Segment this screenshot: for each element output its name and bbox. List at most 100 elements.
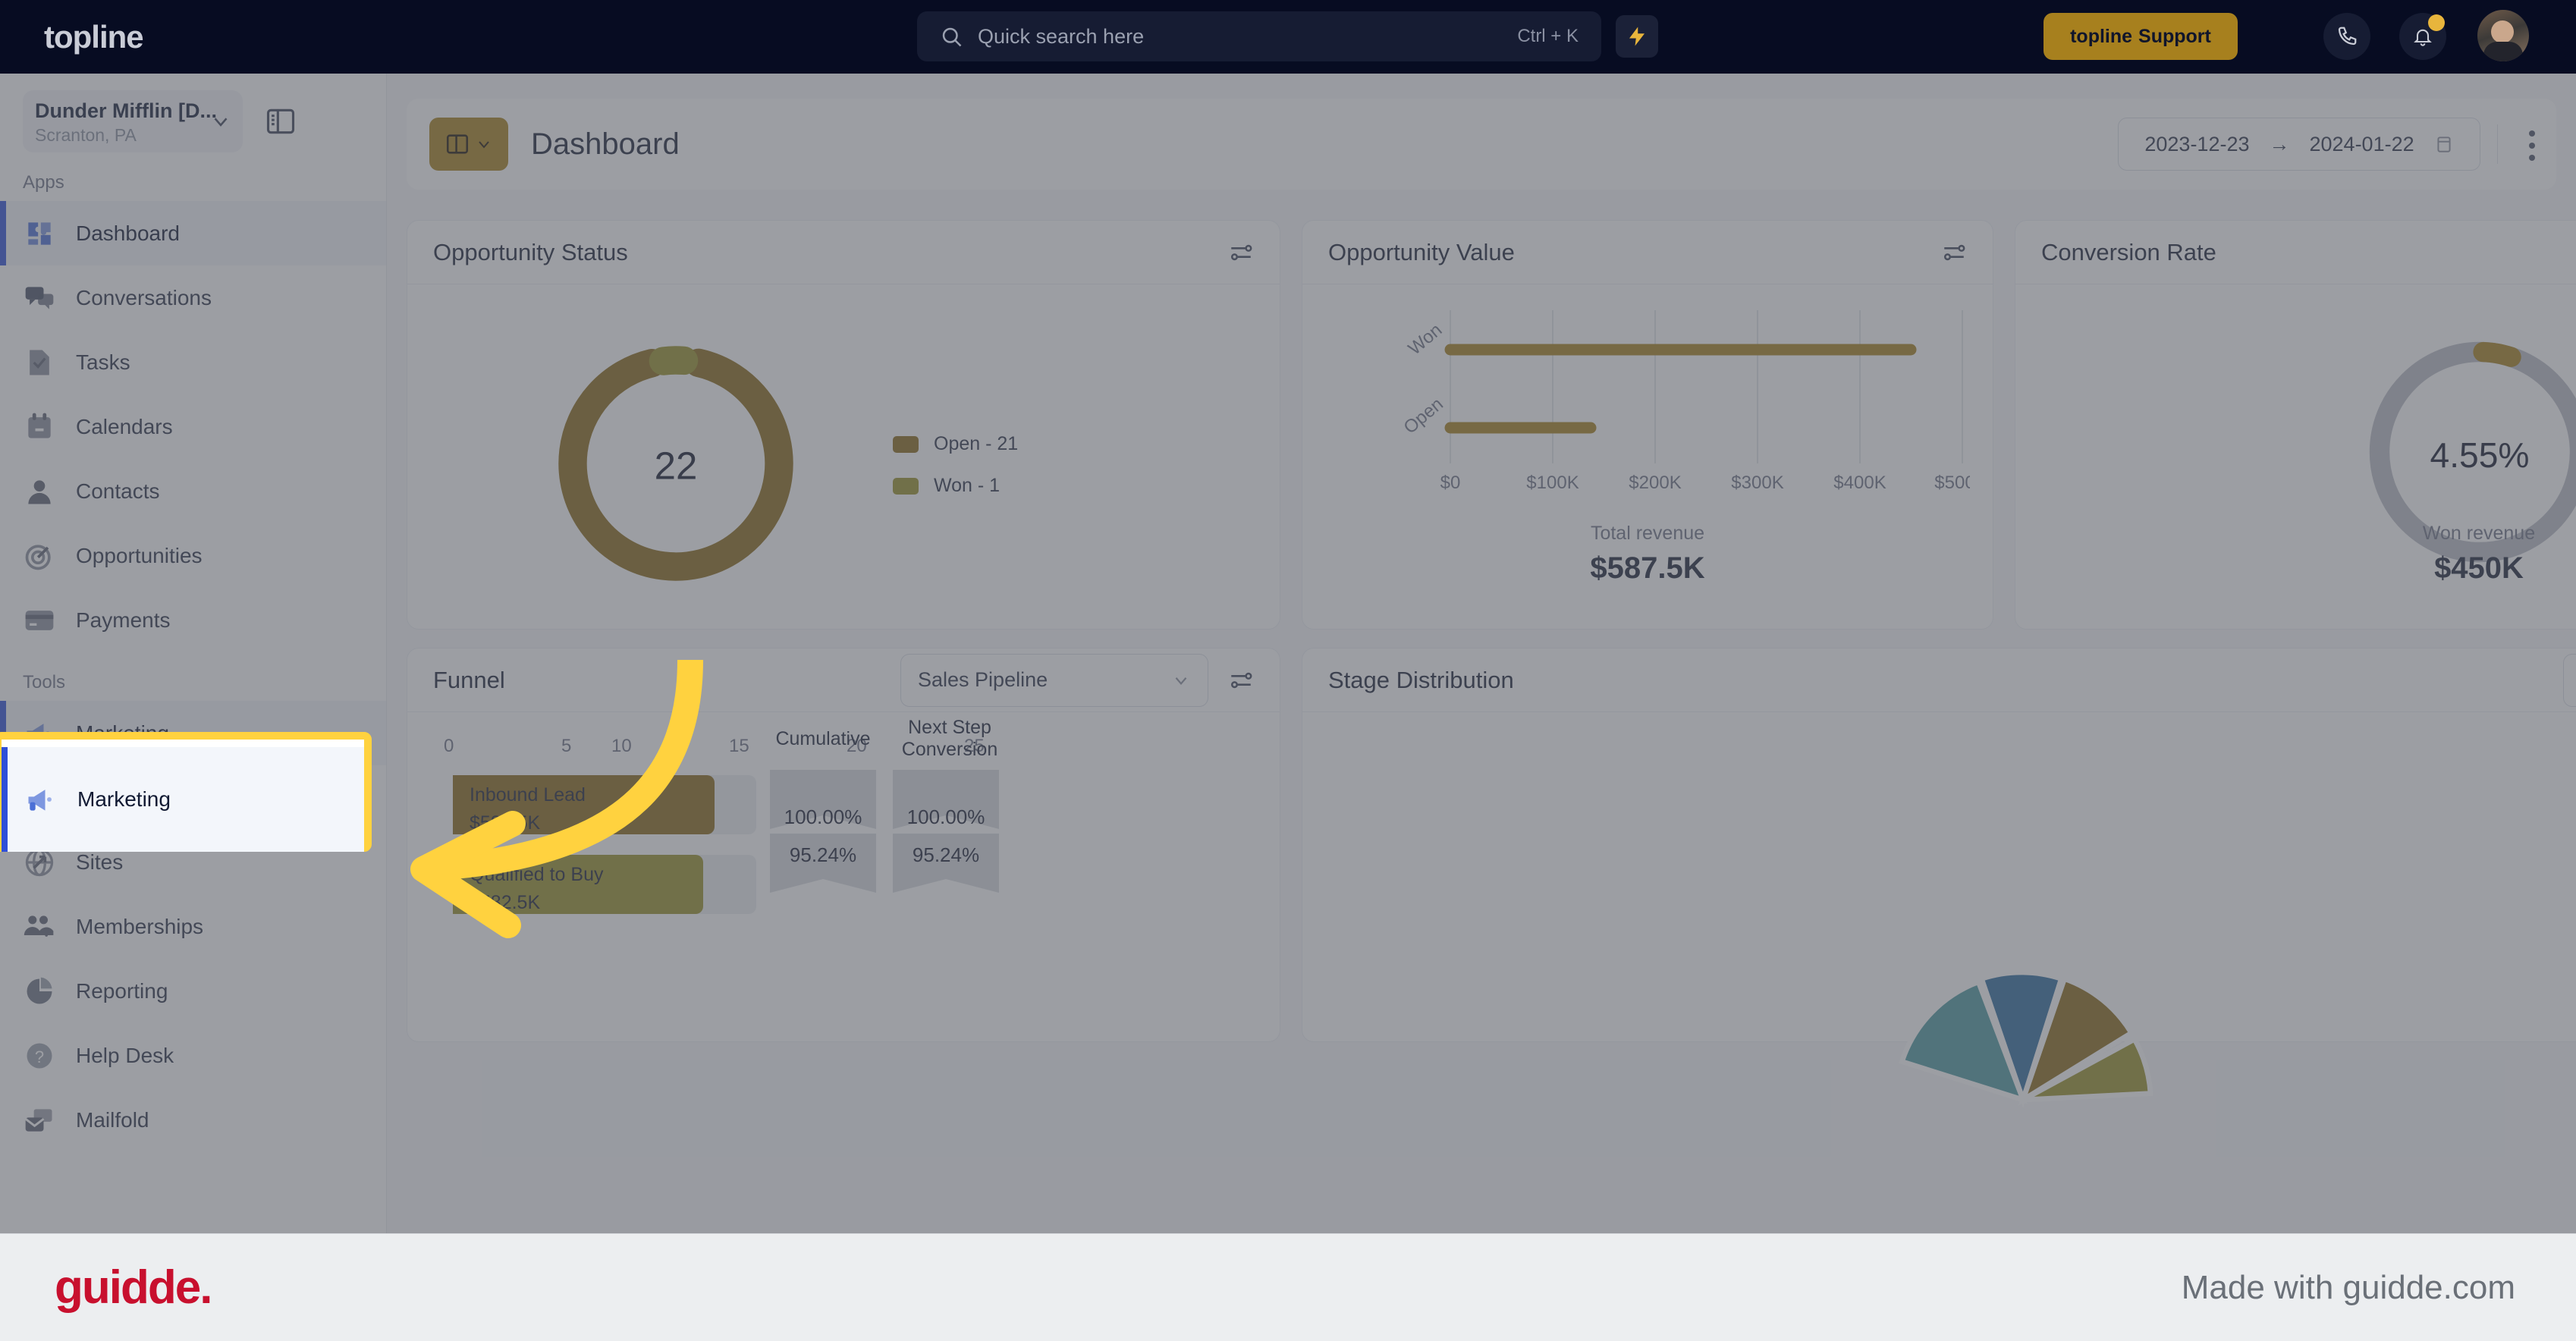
sidebar-item-label: Dashboard <box>76 221 180 245</box>
legend-label-won: Won - 1 <box>934 475 1001 496</box>
sidebar-item-reporting[interactable]: Reporting <box>0 959 386 1023</box>
sidebar-item-help-desk[interactable]: ? Help Desk <box>0 1023 386 1088</box>
opportunity-status-legend: Open - 21 Won - 1 <box>893 433 1018 517</box>
funnel-stage-value: $587.5K <box>470 812 541 834</box>
x-tick: 15 <box>729 736 749 756</box>
search-input[interactable]: Quick search here Ctrl + K <box>917 11 1601 61</box>
card-header: Opportunity Value <box>1302 221 1993 284</box>
sidebar-item-tasks[interactable]: Tasks <box>0 330 386 394</box>
panel-toggle-icon[interactable] <box>264 105 297 138</box>
opportunity-status-donut: 22 <box>558 346 793 581</box>
pie-chart-icon <box>27 977 52 1003</box>
card-funnel: Funnel Sales Pipeline 0 5 10 15 20 25 In… <box>407 648 1280 1042</box>
app-root: topline Quick search here Ctrl + K topli… <box>0 0 2576 1341</box>
x-tick: $400K <box>1833 473 1886 493</box>
x-tick: 0 <box>444 736 454 756</box>
highlight-marketing-callout: Marketing <box>0 732 372 852</box>
avatar[interactable] <box>2477 10 2529 61</box>
avatar-body <box>2483 42 2523 61</box>
sidebar-item-marketing-highlighted[interactable]: Marketing <box>2 747 364 852</box>
funnel-col-cumulative-header: Cumulative <box>775 728 871 749</box>
funnel-bar-inbound-lead[interactable]: Inbound Lead $587.5K <box>453 775 715 834</box>
sidebar-item-payments[interactable]: Payments <box>0 588 386 652</box>
card-title: Conversion Rate <box>2041 238 2216 265</box>
sidebar-section-apps: Apps <box>23 172 64 193</box>
dashboard-switcher-button[interactable] <box>429 118 508 171</box>
support-button[interactable]: topline Support <box>2044 13 2238 60</box>
gauge-center-value: 4.55% <box>2430 435 2530 475</box>
card-title: Stage Distribution <box>1328 666 1514 693</box>
page-title: Dashboard <box>531 127 680 161</box>
sidebar-item-label: Opportunities <box>76 543 203 567</box>
funnel-pipeline-select[interactable]: Sales Pipeline <box>900 653 1208 707</box>
date-range-picker[interactable]: 2023-12-23 → 2024-01-22 <box>2118 118 2480 171</box>
sidebar-item-label: Conversations <box>76 285 212 309</box>
location-sub: Scranton, PA <box>35 125 137 145</box>
x-tick: $0 <box>1440 473 1461 493</box>
sliders-icon[interactable] <box>1228 667 1254 693</box>
x-tick: $500K <box>1934 473 1970 493</box>
question-icon: ? <box>27 1043 52 1068</box>
date-end: 2024-01-22 <box>2309 132 2414 155</box>
mail-stack-icon <box>24 1108 52 1132</box>
sidebar: Dunder Mifflin [D... Scranton, PA Apps D… <box>0 74 387 1341</box>
quick-actions-button[interactable] <box>1616 15 1658 58</box>
x-tick: $300K <box>1731 473 1783 493</box>
search-icon <box>942 27 962 47</box>
support-brand: topline <box>2070 25 2133 47</box>
card-opportunity-status: Opportunity Status 22 Open - 21 Won - 1 <box>407 220 1280 630</box>
funnel-next-step-1: 95.24% <box>912 843 980 866</box>
stage-pipeline-select[interactable]: Sales Pipeline <box>2563 653 2576 707</box>
funnel-pipeline-value: Sales Pipeline <box>918 668 1048 691</box>
donut-center-value: 22 <box>655 444 698 487</box>
sidebar-section-tools: Tools <box>23 672 66 692</box>
phone-icon <box>2338 27 2357 46</box>
y-tick-open: Open <box>1400 394 1447 438</box>
notifications-button[interactable] <box>2399 13 2446 60</box>
funnel-stage-label: Qualified to Buy <box>470 864 604 885</box>
total-revenue-value: $587.5K <box>1590 551 1705 585</box>
support-label: Support <box>2138 25 2211 47</box>
chevron-down-icon <box>1175 677 1187 685</box>
chevron-down-icon <box>479 141 489 149</box>
legend-item: Won - 1 <box>893 475 1018 497</box>
credit-card-icon <box>25 610 54 630</box>
y-tick-won: Won <box>1405 319 1447 359</box>
funnel-bar-qualified-to-buy[interactable]: Qualified to Buy $582.5K <box>453 855 703 914</box>
sidebar-item-label: Payments <box>76 608 171 632</box>
layout-switch-icon <box>446 134 469 154</box>
date-arrow-icon: → <box>2269 132 2290 155</box>
main-content: Dashboard 2023-12-23 → 2024-01-22 Opport… <box>387 74 2576 1341</box>
guidde-logo: guidde. <box>55 1261 212 1314</box>
sidebar-item-label: Tasks <box>76 350 130 374</box>
location-row: Dunder Mifflin [D... Scranton, PA <box>0 74 386 152</box>
sidebar-item-contacts[interactable]: Contacts <box>0 459 386 523</box>
sliders-icon[interactable] <box>1228 240 1254 265</box>
sliders-icon[interactable] <box>1941 240 1967 265</box>
sidebar-item-mailfold[interactable]: Mailfold <box>0 1088 386 1152</box>
top-bar: topline Quick search here Ctrl + K topli… <box>0 0 2576 74</box>
phone-button[interactable] <box>2323 13 2370 60</box>
calendar-icon <box>28 413 51 438</box>
funnel-stage-value: $582.5K <box>470 892 541 913</box>
sidebar-item-memberships[interactable]: Memberships <box>0 894 386 959</box>
location-selector[interactable]: Dunder Mifflin [D... Scranton, PA <box>23 90 243 152</box>
sidebar-item-conversations[interactable]: Conversations <box>0 265 386 330</box>
sidebar-item-dashboard[interactable]: Dashboard <box>0 201 386 265</box>
opportunity-value-chart: Won Open $0 $100K $200K $300K $400K $500… <box>1400 310 1970 493</box>
funnel-cumulative-0: 100.00% <box>784 806 862 828</box>
lightning-bolt-icon <box>1629 27 1645 46</box>
card-stage-distribution: Stage Distribution Sales Pipeline <box>1302 648 2576 1108</box>
person-icon <box>28 479 51 504</box>
card-conversion-rate: Conversion Rate 4.55% Won revenue $450K <box>2015 220 2576 630</box>
card-header: Opportunity Status <box>407 221 1280 284</box>
search-shortcut: Ctrl + K <box>1517 26 1579 46</box>
x-tick: 5 <box>561 736 572 756</box>
avatar-face <box>2491 20 2514 43</box>
chat-bubbles-icon <box>25 286 54 309</box>
sidebar-item-opportunities[interactable]: Opportunities <box>0 523 386 588</box>
sidebar-item-calendars[interactable]: Calendars <box>0 394 386 459</box>
location-name: Dunder Mifflin [D... <box>35 99 217 122</box>
more-vertical-icon[interactable] <box>2529 130 2535 167</box>
legend-item: Open - 21 <box>893 433 1018 455</box>
